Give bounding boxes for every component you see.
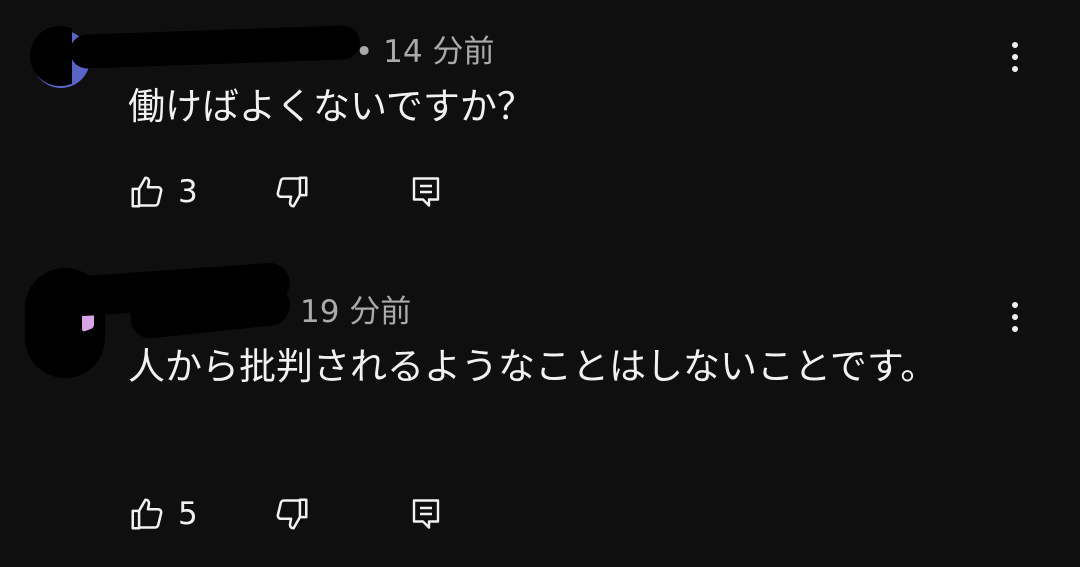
more-vert-icon <box>1012 42 1018 48</box>
dislike-button[interactable] <box>273 494 311 534</box>
comment-text: 働けばよくないですか？ <box>128 85 534 128</box>
dislike-button[interactable] <box>273 172 311 212</box>
dislike-icon <box>276 498 308 530</box>
comment-timestamp: • 14 分前 <box>355 34 495 70</box>
reply-button[interactable] <box>408 494 444 534</box>
reply-icon <box>412 499 440 529</box>
comment-actions: 5 <box>128 494 448 534</box>
comment-timestamp: 19 分前 <box>300 294 412 330</box>
more-options-button[interactable] <box>1000 37 1030 77</box>
like-icon <box>131 176 163 208</box>
reply-button[interactable] <box>408 172 444 212</box>
comment-actions: 3 <box>128 172 448 212</box>
comment-text: 人から批判されるようなことはしないことです。 <box>128 345 938 388</box>
like-count: 3 <box>178 174 198 210</box>
like-icon <box>131 498 163 530</box>
comment-1: • 14 分前 働けばよくないですか？ 3 <box>0 0 1080 260</box>
like-button[interactable]: 3 <box>128 172 198 212</box>
comment-2: 19 分前 人から批判されるようなことはしないことです。 5 <box>0 260 1080 567</box>
redaction-mark <box>69 24 361 70</box>
reply-icon <box>412 177 440 207</box>
dislike-icon <box>276 176 308 208</box>
like-button[interactable]: 5 <box>128 494 198 534</box>
more-vert-icon <box>1012 302 1018 308</box>
more-options-button[interactable] <box>1000 297 1030 337</box>
like-count: 5 <box>178 496 198 532</box>
